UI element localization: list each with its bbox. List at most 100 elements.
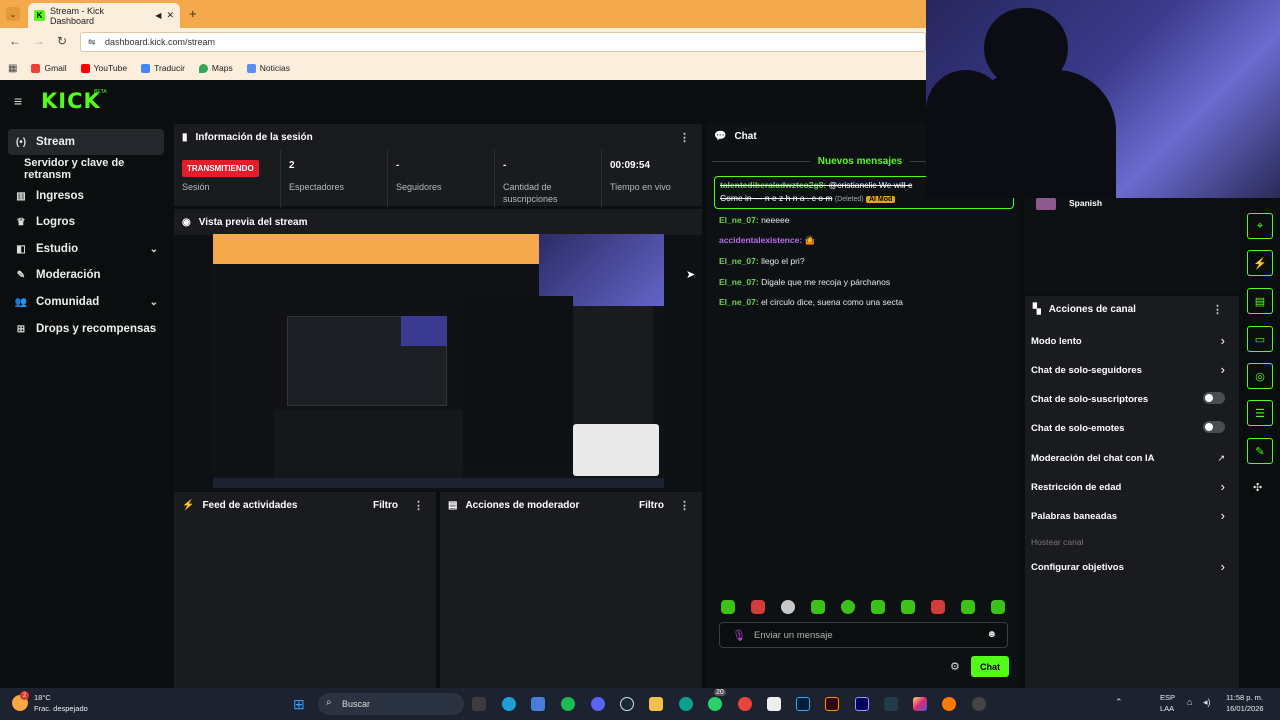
language-tag[interactable]: Spanish (1069, 198, 1102, 208)
task-view-icon[interactable] (472, 697, 486, 711)
sidebar-item-estudio[interactable]: ◧ Estudio ⌄ (8, 236, 164, 262)
emotes-only-toggle[interactable] (1203, 421, 1225, 433)
volume-icon[interactable]: ◂) (1203, 697, 1211, 708)
bookmark-traducir[interactable]: Traducir (141, 63, 185, 73)
stream-language-area: Spanish (1025, 198, 1239, 293)
bookmark-youtube[interactable]: YouTube (80, 63, 127, 73)
kebab-menu-icon[interactable]: ⋮ (1212, 303, 1223, 316)
sidebar-item-drops[interactable]: ⊞ Drops y recompensas (8, 316, 164, 342)
kebab-menu-icon[interactable]: ⋮ (679, 131, 690, 144)
new-tab-button[interactable]: + (189, 6, 197, 21)
discord-icon[interactable] (591, 697, 605, 711)
sidebar-item-server-key[interactable]: Servidor y clave de retransm (18, 156, 174, 182)
action-banned-words[interactable]: Palabras baneadas › (1031, 508, 1231, 523)
chat-settings-gear-icon[interactable]: ⚙ (950, 660, 960, 673)
network-icon[interactable]: ⌂ (1187, 697, 1192, 707)
bookmark-maps[interactable]: Maps (198, 63, 233, 73)
sidebar-item-comunidad[interactable]: 👥 Comunidad ⌄ (8, 289, 164, 315)
action-followers-only[interactable]: Chat de solo-seguidores › (1031, 362, 1231, 377)
edge-icon[interactable] (502, 697, 516, 711)
url-input[interactable]: ⇋ dashboard.kick.com/stream (80, 32, 926, 52)
puzzle-icon[interactable]: ✣ (1253, 481, 1262, 494)
firefox-icon[interactable] (942, 697, 956, 711)
chat-send-button[interactable]: Chat (971, 656, 1009, 677)
tab-list-button[interactable]: ⌄ (6, 7, 20, 21)
menu-icon[interactable]: ≡ (14, 93, 22, 109)
emote-button[interactable] (781, 600, 795, 614)
sidebar-item-moderacion[interactable]: ✎ Moderación (8, 262, 164, 288)
illustrator-icon[interactable] (825, 697, 839, 711)
reload-icon[interactable]: ↻ (57, 34, 67, 48)
chat-message[interactable]: El_ne_07: llego el pri? (719, 256, 805, 266)
kebab-menu-icon[interactable]: ⋮ (413, 499, 424, 512)
activity-filter-button[interactable]: Filtro (373, 500, 398, 511)
chat-message-input[interactable]: 🎙 Enviar un mensaje ☻ (719, 622, 1008, 648)
action-configure-goals[interactable]: Configurar objetivos › (1031, 559, 1231, 574)
action-slow-mode[interactable]: Modo lento › (1031, 333, 1231, 348)
file-explorer-icon[interactable] (649, 697, 663, 711)
action-age-restriction[interactable]: Restricción de edad › (1031, 479, 1231, 494)
back-arrow-icon[interactable]: ← (9, 34, 21, 48)
close-tab-icon[interactable]: ✕ (166, 10, 174, 21)
chat-message[interactable]: El_ne_07: Digale que me recoja y párchan… (719, 277, 890, 287)
browser-tab[interactable]: K Stream - Kick Dashboard ◀ ✕ (28, 3, 180, 28)
emote-button[interactable] (901, 600, 915, 614)
bookmark-gmail[interactable]: Gmail (31, 63, 67, 73)
chat-message[interactable]: accidentalexistence: 🤷 (719, 235, 815, 246)
clock-time[interactable]: 11:58 p. m. (1226, 693, 1263, 703)
apps-grid-icon[interactable]: ▦ (8, 63, 17, 74)
chat-message[interactable]: El_ne_07: el circulo dice, suena como un… (719, 297, 903, 307)
chat-action-icon[interactable]: ▭ (1247, 326, 1273, 352)
chat-message[interactable]: El_ne_07: neeeee (719, 215, 789, 225)
emote-button[interactable] (961, 600, 975, 614)
emote-button[interactable] (931, 600, 945, 614)
sidebar-item-logros[interactable]: ♛ Logros (8, 209, 164, 235)
action-ai-moderation[interactable]: Moderación del chat con IA ↗ (1031, 453, 1231, 464)
stream-preview-video[interactable] (213, 234, 664, 488)
stack-action-icon[interactable]: ☰ (1247, 400, 1273, 426)
sidebar-item-stream[interactable]: (•) Stream (8, 129, 164, 155)
emote-button[interactable] (871, 600, 885, 614)
keyboard-lang-1[interactable]: ESP (1160, 693, 1175, 703)
document-action-icon[interactable]: ▤ (1247, 288, 1273, 314)
action-subscribers-only[interactable]: Chat de solo-suscriptores (1031, 392, 1231, 405)
photoshop-icon[interactable] (796, 697, 810, 711)
windows-start-icon[interactable]: ⊞ (293, 696, 305, 713)
bookmark-noticias[interactable]: Noticias (246, 63, 290, 73)
obs-icon[interactable] (972, 697, 986, 711)
emote-button[interactable] (721, 600, 735, 614)
forward-arrow-icon[interactable]: → (33, 34, 45, 48)
emote-button[interactable] (841, 600, 855, 614)
steam-icon[interactable] (620, 697, 634, 711)
whatsapp-icon[interactable] (708, 697, 722, 711)
sidebar-item-ingresos[interactable]: ▥ Ingresos (8, 183, 164, 209)
moderator-filter-button[interactable]: Filtro (639, 500, 664, 511)
emoji-picker-icon[interactable]: ☻ (986, 629, 997, 640)
instagram-icon[interactable] (913, 697, 927, 711)
kebab-menu-icon[interactable]: ⋮ (679, 499, 690, 512)
spotify-icon[interactable] (561, 697, 575, 711)
site-info-icon[interactable]: ⇋ (88, 37, 96, 48)
tray-chevron-icon[interactable]: ⌃ (1115, 697, 1123, 708)
panda-app-icon[interactable] (767, 697, 781, 711)
store-icon[interactable] (531, 697, 545, 711)
clock-date[interactable]: 16/01/2026 (1226, 704, 1264, 714)
premiere-icon[interactable] (855, 697, 869, 711)
mute-tab-icon[interactable]: ◀ (155, 11, 161, 20)
broadcast-action-icon[interactable]: ◎ (1247, 363, 1273, 389)
microphone-icon[interactable]: 🎙 (732, 629, 746, 642)
davinci-icon[interactable] (884, 697, 898, 711)
emote-button[interactable] (811, 600, 825, 614)
wrench-action-icon[interactable]: ✎ (1247, 438, 1273, 464)
emote-button[interactable] (751, 600, 765, 614)
action-emotes-only[interactable]: Chat de solo-emotes (1031, 421, 1231, 434)
taskbar-search[interactable]: ⌕ Buscar (318, 693, 464, 715)
kick-logo[interactable]: KICK (41, 89, 101, 113)
focus-mode-icon[interactable]: ⌖ (1247, 213, 1273, 239)
app-icon[interactable] (679, 697, 693, 711)
keyboard-lang-2[interactable]: LAA (1160, 704, 1174, 714)
subscribers-only-toggle[interactable] (1203, 392, 1225, 404)
chrome-icon[interactable] (738, 697, 752, 711)
emote-button[interactable] (991, 600, 1005, 614)
lightning-action-icon[interactable]: ⚡ (1247, 250, 1273, 276)
